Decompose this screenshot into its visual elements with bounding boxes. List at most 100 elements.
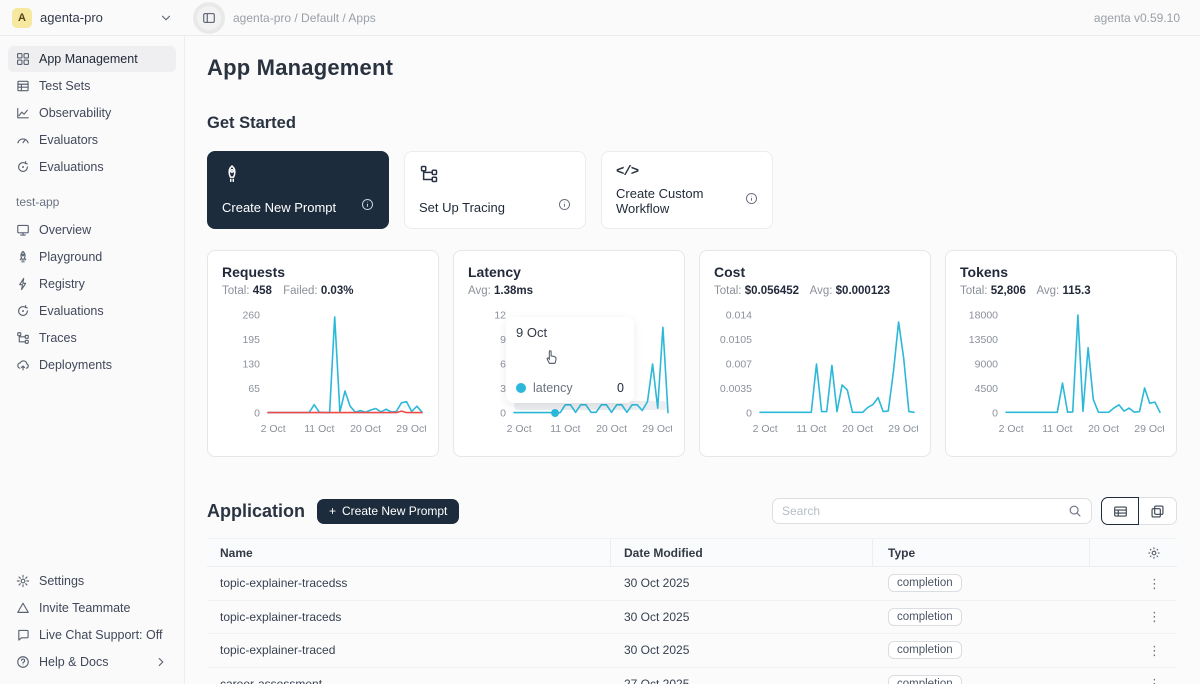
sidebar: App Management Test Sets Observability E… <box>0 36 185 684</box>
card-view-button[interactable] <box>1139 497 1177 525</box>
sidebar-item-invite-teammate[interactable]: Invite Teammate <box>8 595 176 621</box>
org-switcher[interactable]: A agenta-pro <box>0 8 185 28</box>
sidebar-item-settings[interactable]: Settings <box>8 568 176 594</box>
table-row[interactable]: topic-explainer-traced 30 Oct 2025 compl… <box>207 634 1177 668</box>
svg-text:0: 0 <box>992 408 998 420</box>
page-title: App Management <box>207 55 1177 81</box>
search-input[interactable] <box>782 504 1068 518</box>
create-new-prompt-button[interactable]: + Create New Prompt <box>317 499 459 524</box>
create-custom-workflow-card[interactable]: </> Create Custom Workflow <box>601 151 773 229</box>
type-badge: completion <box>888 675 962 684</box>
tokens-line-chart[interactable]: 04500900013500180002 Oct11 Oct20 Oct29 O… <box>960 309 1164 439</box>
tooltip-value: 0 <box>617 381 624 395</box>
sidebar-item-playground[interactable]: Playground <box>8 244 176 270</box>
svg-text:2 Oct: 2 Oct <box>261 423 286 435</box>
chart-stats: Total: 52,806 Avg: 115.3 <box>960 285 1162 297</box>
sidebar-spacer <box>8 379 176 568</box>
svg-text:29 Oct: 29 Oct <box>396 423 426 435</box>
sidebar-item-label: App Management <box>39 52 138 66</box>
svg-text:260: 260 <box>242 310 260 322</box>
info-icon[interactable] <box>558 198 571 216</box>
chevron-right-icon <box>154 655 168 669</box>
sidebar-item-evaluators[interactable]: Evaluators <box>8 127 176 153</box>
sidebar-item-live-chat-support[interactable]: Live Chat Support: Off <box>8 622 176 648</box>
cost-line-chart[interactable]: 00.00350.0070.01050.0142 Oct11 Oct20 Oct… <box>714 309 918 439</box>
collapse-sidebar-icon <box>202 11 216 25</box>
series-dot <box>516 383 526 393</box>
sidebar-item-overview[interactable]: Overview <box>8 217 176 243</box>
svg-text:20 Oct: 20 Oct <box>350 423 381 435</box>
table-row[interactable]: career-assessment 27 Oct 2025 completion… <box>207 668 1177 684</box>
sidebar-item-label: Settings <box>39 574 84 588</box>
col-name[interactable]: Name <box>207 539 611 566</box>
sidebar-item-label: Deployments <box>39 358 112 372</box>
row-menu-button[interactable]: ⋮ <box>1148 644 1161 657</box>
sidebar-item-evaluations[interactable]: Evaluations <box>8 154 176 180</box>
view-toggle <box>1101 497 1177 525</box>
svg-text:0.0105: 0.0105 <box>720 334 752 346</box>
applications-table: Name Date Modified Type topic-explainer-… <box>207 538 1177 684</box>
cloud-deploy-icon <box>16 358 30 372</box>
row-menu-button[interactable]: ⋮ <box>1148 577 1161 590</box>
column-settings-button[interactable] <box>1090 546 1177 560</box>
create-new-prompt-card[interactable]: Create New Prompt <box>207 151 389 229</box>
sidebar-item-registry[interactable]: Registry <box>8 271 176 297</box>
main-content: App Management Get Started Create New Pr… <box>185 36 1200 684</box>
requests-chart-card: Requests Total: 458 Failed: 0.03% 065130… <box>207 250 439 457</box>
svg-text:13500: 13500 <box>969 334 998 346</box>
table-row[interactable]: topic-explainer-tracedss 30 Oct 2025 com… <box>207 567 1177 601</box>
sidebar-item-evaluations-app[interactable]: Evaluations <box>8 298 176 324</box>
breadcrumb[interactable]: agenta-pro / Default / Apps <box>233 11 376 25</box>
chart-stats: Avg: 1.38ms <box>468 285 670 297</box>
sidebar-item-app-management[interactable]: App Management <box>8 46 176 72</box>
app-version: agenta v0.59.10 <box>1094 11 1180 25</box>
sidebar-item-label: Evaluations <box>39 304 104 318</box>
sidebar-item-deployments[interactable]: Deployments <box>8 352 176 378</box>
info-icon[interactable] <box>361 198 374 216</box>
table-row[interactable]: topic-explainer-traceds 30 Oct 2025 comp… <box>207 601 1177 635</box>
sidebar-collapse-button[interactable] <box>197 6 221 30</box>
info-icon[interactable] <box>745 192 758 210</box>
row-menu-button[interactable]: ⋮ <box>1148 677 1161 684</box>
set-up-tracing-card[interactable]: Set Up Tracing <box>404 151 586 229</box>
requests-line-chart[interactable]: 0651301952602 Oct11 Oct20 Oct29 Oct <box>222 309 426 439</box>
app-name: topic-explainer-tracedss <box>207 576 611 590</box>
svg-text:18000: 18000 <box>969 310 998 322</box>
sidebar-item-label: Observability <box>39 106 111 120</box>
app-date: 30 Oct 2025 <box>611 576 873 590</box>
sidebar-item-help-docs[interactable]: Help & Docs <box>8 649 176 675</box>
sidebar-item-traces[interactable]: Traces <box>8 325 176 351</box>
search-icon <box>1068 504 1082 518</box>
sidebar-item-test-sets[interactable]: Test Sets <box>8 73 176 99</box>
plus-icon: + <box>329 504 336 518</box>
svg-text:12: 12 <box>494 310 506 322</box>
chat-bubble-icon <box>16 628 30 642</box>
metrics-charts: Requests Total: 458 Failed: 0.03% 065130… <box>207 250 1177 457</box>
org-avatar: A <box>12 8 32 28</box>
svg-text:11 Oct: 11 Oct <box>550 423 580 435</box>
svg-text:29 Oct: 29 Oct <box>642 423 672 435</box>
search-box[interactable] <box>772 498 1092 524</box>
row-menu-button[interactable]: ⋮ <box>1148 610 1161 623</box>
app-name: topic-explainer-traceds <box>207 610 611 624</box>
svg-text:11 Oct: 11 Oct <box>304 423 334 435</box>
svg-text:20 Oct: 20 Oct <box>596 423 627 435</box>
grid-icon <box>16 52 30 66</box>
sidebar-item-label: Evaluations <box>39 160 104 174</box>
col-date-modified[interactable]: Date Modified <box>611 539 873 566</box>
mouse-cursor-icon <box>542 347 560 365</box>
sidebar-section-test-app: test-app <box>16 195 168 209</box>
sidebar-item-label: Overview <box>39 223 91 237</box>
svg-text:0.007: 0.007 <box>726 359 752 371</box>
chevron-down-icon <box>159 11 173 25</box>
sidebar-item-observability[interactable]: Observability <box>8 100 176 126</box>
table-view-button[interactable] <box>1101 497 1139 525</box>
sidebar-item-label: Invite Teammate <box>39 601 130 615</box>
col-type[interactable]: Type <box>873 539 1090 566</box>
tooltip-series-label: latency <box>533 381 573 395</box>
sidebar-item-label: Test Sets <box>39 79 90 93</box>
sidebar-item-label: Live Chat Support: Off <box>39 628 162 642</box>
type-badge: completion <box>888 641 962 659</box>
application-title: Application <box>207 501 305 522</box>
trace-tree-icon <box>419 164 571 189</box>
